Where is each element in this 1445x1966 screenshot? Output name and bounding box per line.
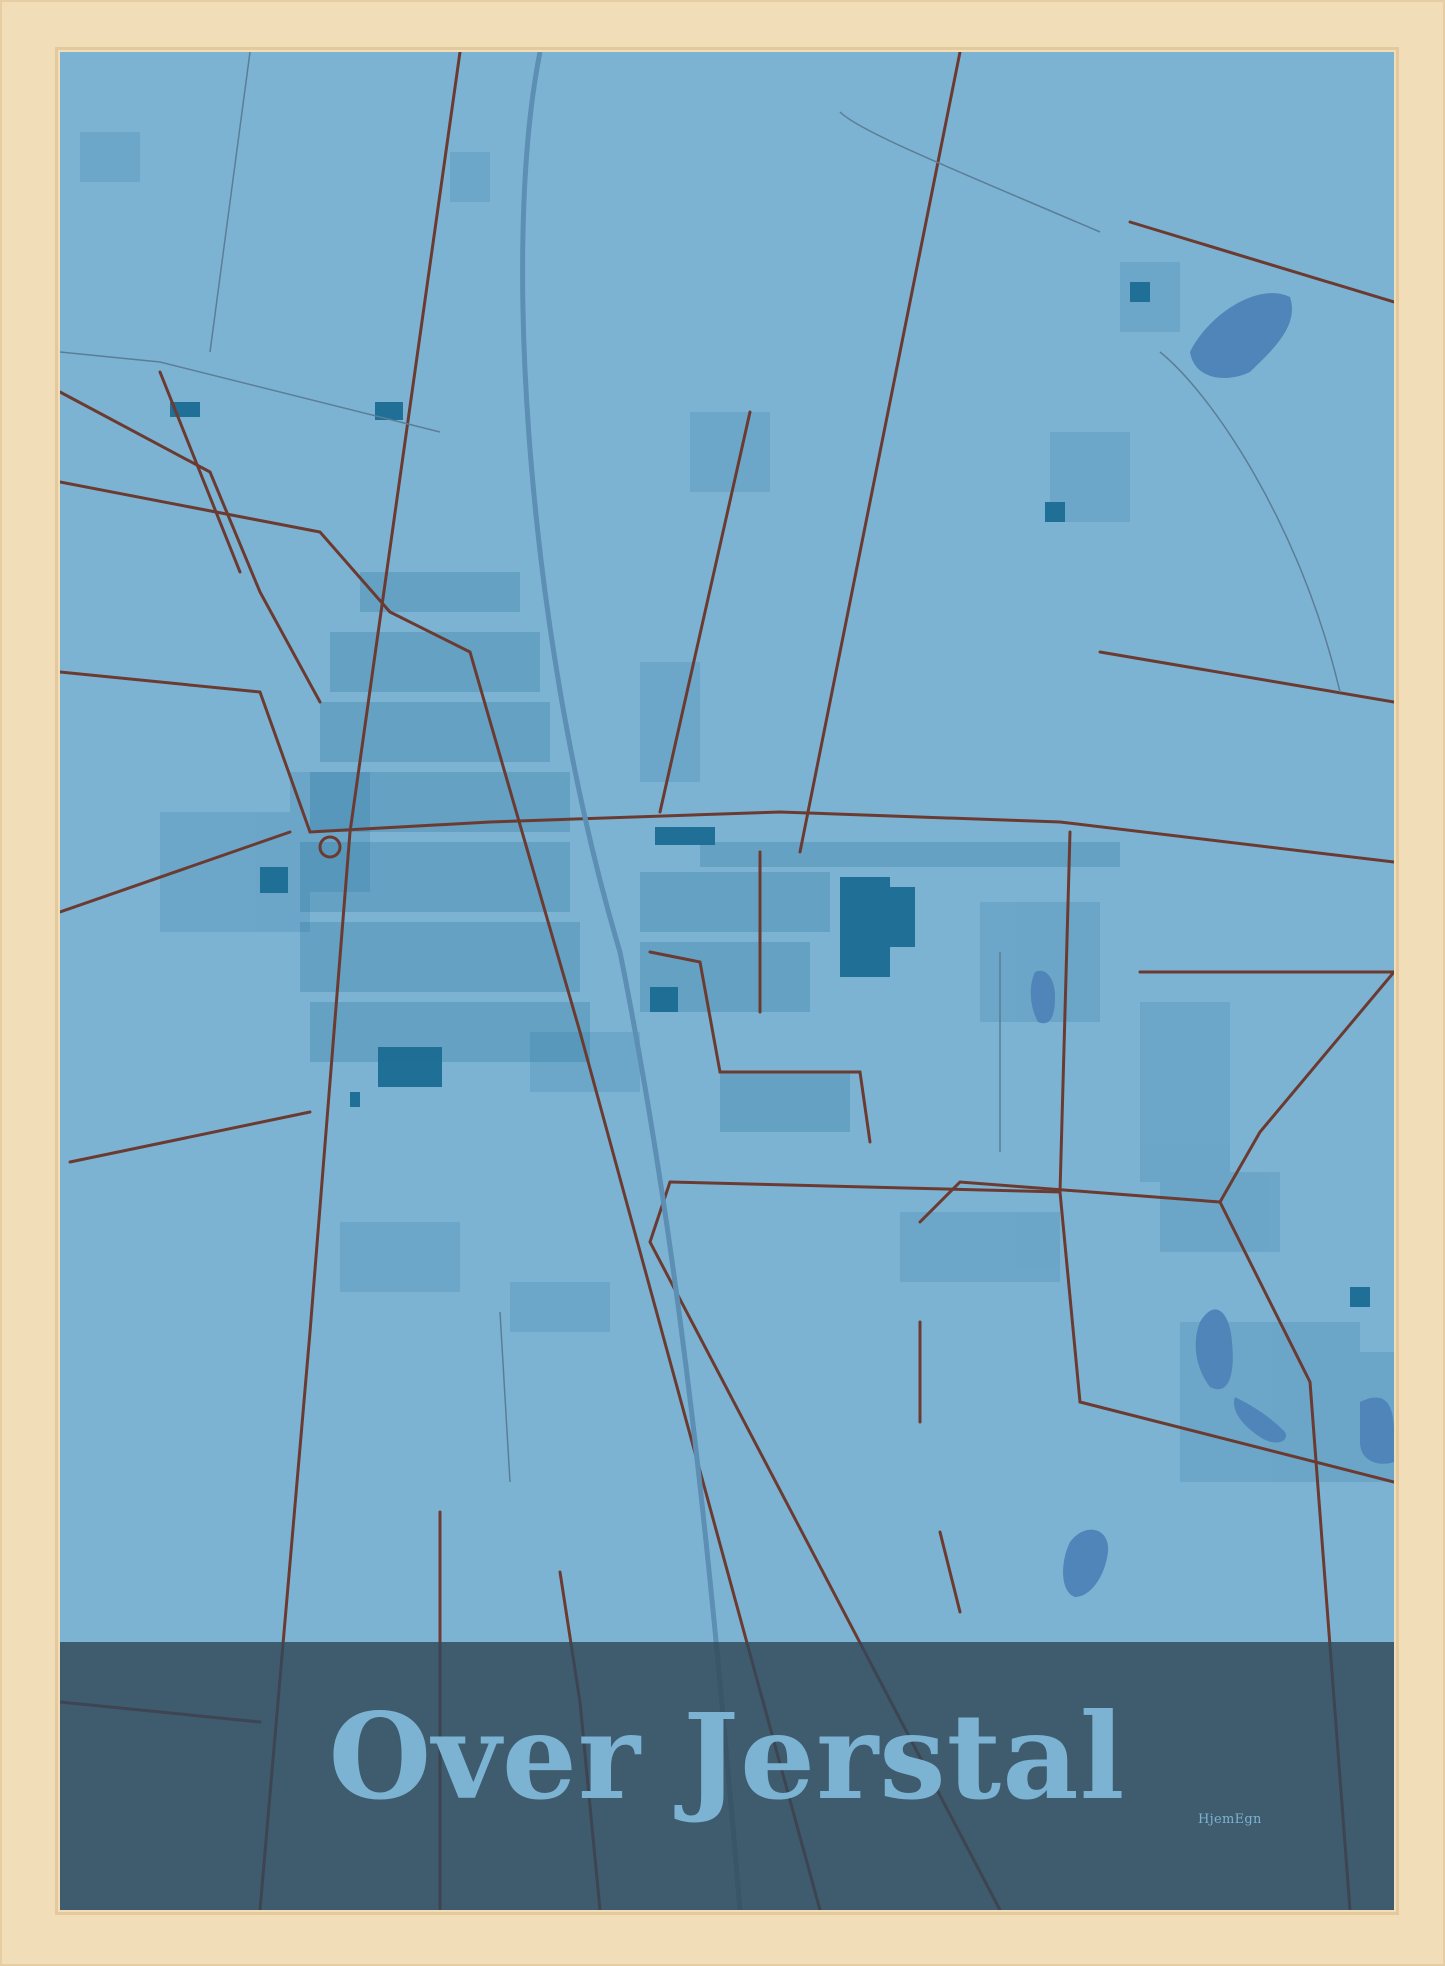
poster-title: Over Jerstal [328,1687,1126,1826]
poster-frame: Over Jerstal HjemEgn [0,0,1445,1966]
brand-logo: HjemEgn [1198,1812,1262,1827]
map-area: Over Jerstal HjemEgn [60,52,1394,1910]
map-graphic [60,52,1394,1910]
town-blocks [300,572,1120,1132]
land-parcels [80,132,1394,1482]
